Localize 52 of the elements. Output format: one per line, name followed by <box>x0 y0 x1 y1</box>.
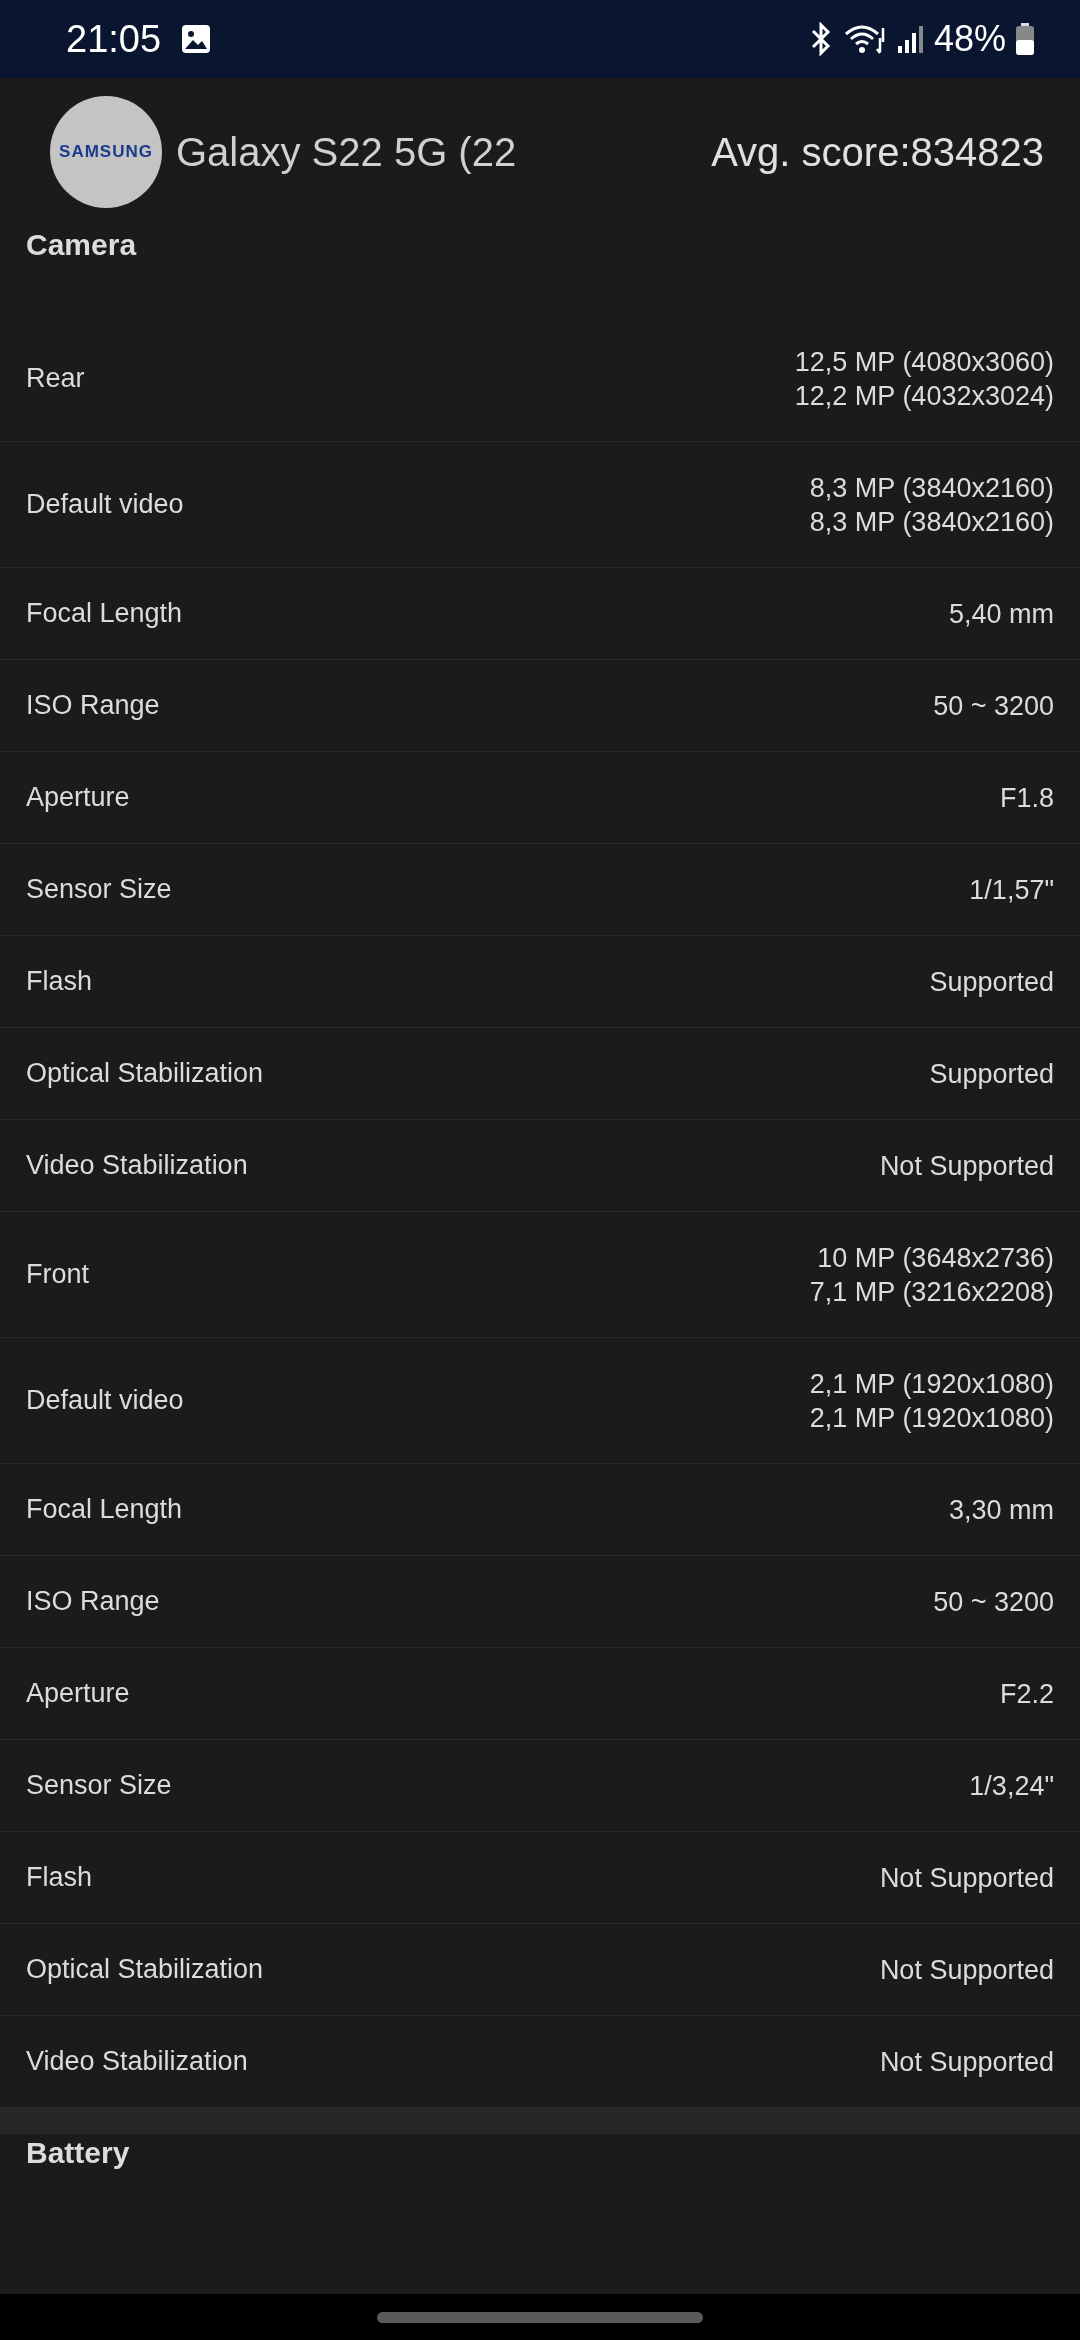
spec-label: Aperture <box>26 782 130 813</box>
battery-icon <box>1016 23 1034 55</box>
spec-value: 12,5 MP (4080x3060) <box>794 345 1054 379</box>
spec-value: F1.8 <box>999 781 1054 815</box>
spec-label: Flash <box>26 1862 93 1893</box>
section-title: Battery <box>25 2135 131 2171</box>
spec-value: 12,2 MP (4032x3024) <box>794 379 1054 413</box>
spec-label: Aperture <box>26 1678 130 1709</box>
spec-label: Video Stabilization <box>26 1150 248 1181</box>
spec-value: Not Supported <box>879 2045 1054 2079</box>
spec-value: Supported <box>929 1057 1054 1091</box>
home-handle[interactable] <box>377 2311 703 2323</box>
spec-value: Not Supported <box>879 1149 1054 1183</box>
spec-label: Optical Stabilization <box>26 1954 264 1985</box>
spec-value: Not Supported <box>879 1953 1054 1987</box>
spec-value: 50 ~ 3200 <box>933 689 1054 723</box>
spec-label: Default video <box>26 489 184 520</box>
spec-value: 1/3,24" <box>969 1769 1054 1803</box>
spec-value: 8,3 MP (3840x2160) <box>809 471 1054 505</box>
spec-label: Focal Length <box>26 598 183 629</box>
spec-value: Not Supported <box>879 1861 1054 1895</box>
spec-value: 8,3 MP (3840x2160) <box>809 505 1054 539</box>
signal-icon <box>895 24 924 54</box>
spec-value: 7,1 MP (3216x2208) <box>809 1275 1054 1309</box>
section-title: Camera <box>25 227 138 263</box>
spec-label: Rear <box>26 363 85 394</box>
spec-value: 1/1,57" <box>969 873 1054 907</box>
spec-label: Optical Stabilization <box>26 1058 264 1089</box>
brand-logo: SAMSUNG <box>50 96 162 208</box>
spec-label: Focal Length <box>26 1494 183 1525</box>
spec-label: Default video <box>26 1385 184 1416</box>
spec-label: Video Stabilization <box>26 2046 248 2077</box>
spec-value: 5,40 mm <box>948 597 1054 631</box>
spec-value: 50 ~ 3200 <box>933 1585 1054 1619</box>
average-score: Avg. score:834823 <box>711 129 1044 175</box>
spec-label: Front <box>26 1259 90 1290</box>
spec-label: Sensor Size <box>26 874 172 905</box>
spec-value: 2,1 MP (1920x1080) <box>809 1401 1054 1435</box>
spec-label: ISO Range <box>26 1586 160 1617</box>
spec-value: 3,30 mm <box>948 1493 1054 1527</box>
gallery-icon <box>181 24 212 54</box>
spec-value: F2.2 <box>999 1677 1054 1711</box>
battery-percent: 48% <box>933 18 1006 60</box>
spec-value: 10 MP (3648x2736) <box>817 1241 1054 1275</box>
status-time: 21:05 <box>66 17 162 61</box>
spec-label: Sensor Size <box>26 1770 172 1801</box>
wifi-icon <box>843 22 886 56</box>
spec-label: ISO Range <box>26 690 160 721</box>
spec-label: Flash <box>26 966 93 997</box>
spec-value: 2,1 MP (1920x1080) <box>809 1367 1054 1401</box>
device-name: Galaxy S22 5G (22 <box>176 129 517 175</box>
spec-value: Supported <box>929 965 1054 999</box>
